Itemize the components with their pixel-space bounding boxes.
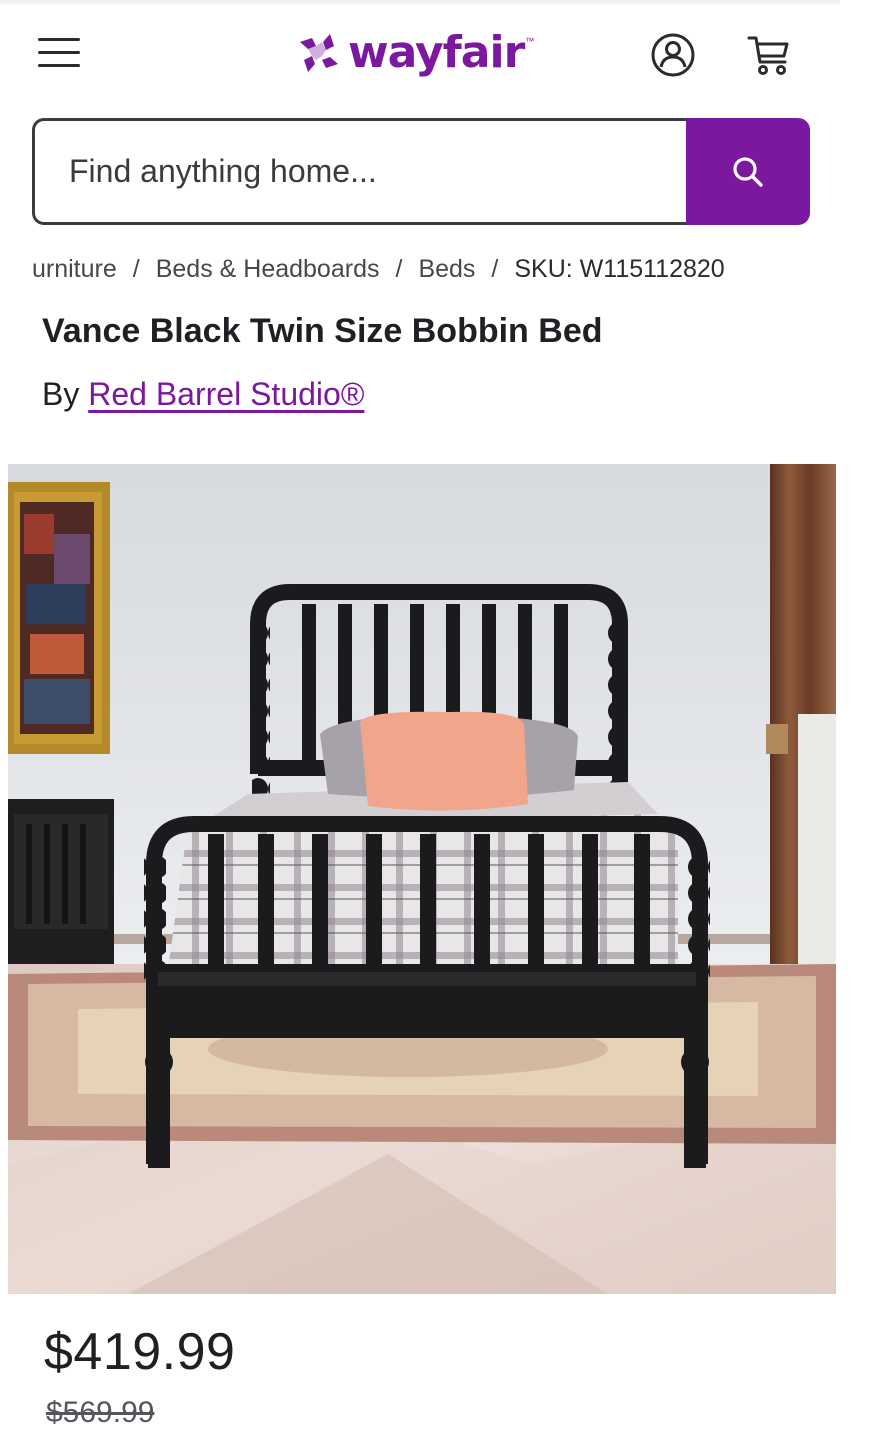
product-image[interactable] <box>8 464 836 1294</box>
breadcrumb: urniture / Beds & Headboards / Beds / SK… <box>32 252 725 286</box>
site-header: wayfair ™ <box>0 0 870 110</box>
product-byline: By Red Barrel Studio® <box>42 376 364 413</box>
current-price: $419.99 <box>44 1323 236 1381</box>
sku-label: SKU: W115112820 <box>514 254 725 283</box>
hamburger-menu-icon[interactable] <box>38 36 82 72</box>
original-price: $569.99 <box>46 1396 155 1429</box>
breadcrumb-separator: / <box>491 254 499 283</box>
by-label: By <box>42 376 80 412</box>
brand-link[interactable]: Red Barrel Studio® <box>88 376 364 412</box>
search-bar <box>32 118 810 225</box>
breadcrumb-furniture[interactable]: urniture <box>32 255 117 284</box>
account-icon[interactable] <box>650 32 696 78</box>
wayfair-logo[interactable]: wayfair ™ <box>296 22 534 84</box>
product-photo <box>8 464 836 1294</box>
search-input[interactable] <box>32 118 686 225</box>
search-button[interactable] <box>686 118 810 225</box>
breadcrumb-separator: / <box>132 254 140 283</box>
cart-icon[interactable] <box>745 32 793 78</box>
product-title: Vance Black Twin Size Bobbin Bed <box>42 312 603 350</box>
wayfair-pinwheel-icon <box>300 34 338 72</box>
breadcrumb-separator: / <box>395 254 403 283</box>
logo-text: wayfair <box>348 27 525 78</box>
logo-trademark: ™ <box>525 36 535 46</box>
search-icon <box>733 156 763 187</box>
breadcrumb-beds-headboards[interactable]: Beds & Headboards <box>156 255 380 284</box>
breadcrumb-beds[interactable]: Beds <box>418 255 475 284</box>
